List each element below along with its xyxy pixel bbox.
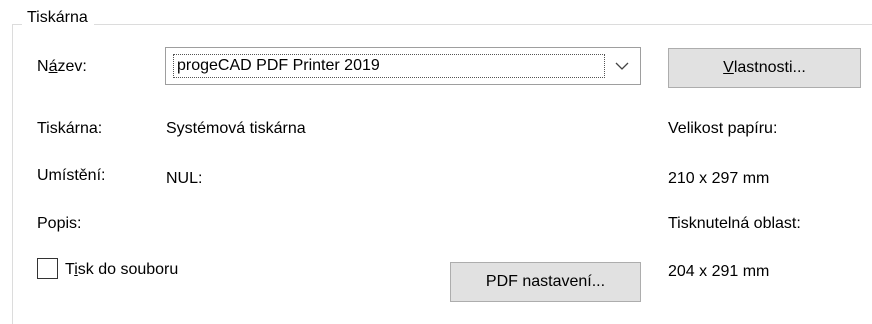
printer-label: Tiskárna: [37, 120, 103, 137]
printer-name-value: progeCAD PDF Printer 2019 [173, 54, 605, 78]
properties-button-label: lastnosti... [733, 59, 806, 76]
chevron-down-icon[interactable] [604, 48, 640, 84]
printer-value: Systémová tiskárna [166, 120, 306, 137]
print-to-file-label-part: T [65, 261, 75, 278]
location-value: NUL: [166, 170, 203, 187]
name-label-rest: zev: [57, 58, 87, 75]
printer-group-title: Tiskárna [22, 7, 94, 29]
name-label-part: N [37, 58, 49, 75]
print-to-file-label[interactable]: Tisk do souboru [65, 260, 178, 280]
printable-area-value: 204 x 291 mm [668, 263, 770, 280]
pdf-settings-button[interactable]: PDF nastavení... [450, 262, 641, 302]
paper-size-value: 210 x 297 mm [668, 170, 770, 187]
name-label: Název: [37, 57, 87, 77]
properties-button-accelerator: V [723, 59, 734, 76]
description-label: Popis: [37, 215, 82, 232]
print-to-file-label-rest: sk do souboru [77, 261, 179, 278]
print-to-file-checkbox[interactable] [37, 258, 58, 279]
printable-area-label: Tisknutelná oblast: [668, 215, 801, 232]
properties-button[interactable]: Vlastnosti... [668, 48, 861, 88]
printer-name-combobox[interactable]: progeCAD PDF Printer 2019 [165, 47, 641, 85]
paper-size-label: Velikost papíru: [668, 120, 778, 137]
location-label: Umístění: [37, 167, 106, 184]
